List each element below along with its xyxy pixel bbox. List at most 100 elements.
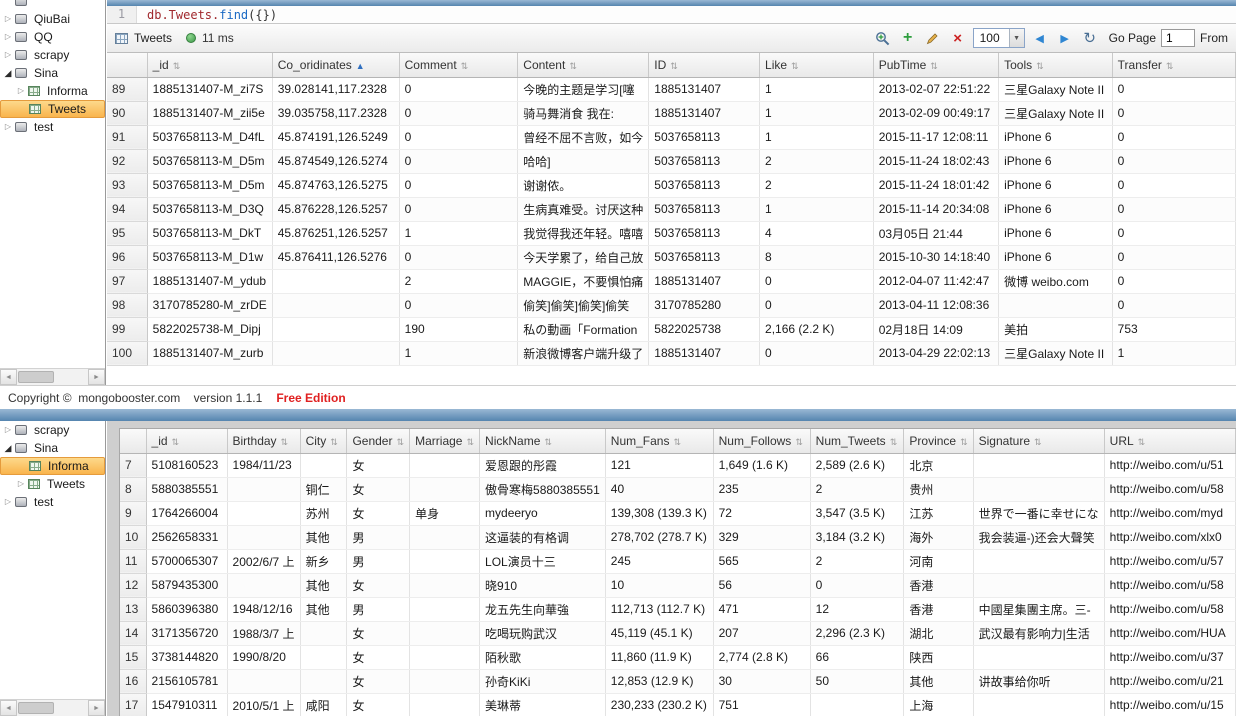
prev-page-button[interactable]: ◀: [1030, 28, 1050, 48]
column-header-gender[interactable]: Gender ⇅: [346, 429, 411, 454]
table-cell[interactable]: 讲故事给你听: [973, 669, 1105, 694]
table-cell[interactable]: [300, 669, 348, 694]
table-cell[interactable]: http://weibo.com/u/37: [1104, 645, 1236, 670]
table-cell[interactable]: 微博 weibo.com: [998, 269, 1113, 294]
table-cell[interactable]: 0: [1112, 269, 1236, 294]
table-cell[interactable]: 男: [346, 549, 411, 574]
table-cell[interactable]: 新浪微博客户端升级了: [517, 341, 650, 366]
table-cell[interactable]: 2: [399, 269, 519, 294]
table-cell[interactable]: 女: [346, 501, 411, 526]
table-cell[interactable]: [409, 525, 481, 550]
tree-item-tweets[interactable]: Tweets: [0, 100, 105, 118]
query-editor[interactable]: 1 db.Tweets.find({}): [107, 6, 1236, 24]
table-cell[interactable]: 1: [399, 341, 519, 366]
table-cell[interactable]: iPhone 6: [998, 221, 1113, 246]
column-header-id[interactable]: ID ⇅: [648, 53, 761, 78]
table-cell[interactable]: 5037658113: [648, 197, 761, 222]
table-cell[interactable]: 其他: [300, 597, 348, 622]
table-cell[interactable]: 1885131407-M_zurb: [147, 341, 273, 366]
table-cell[interactable]: [409, 453, 481, 478]
row-number[interactable]: 10: [120, 525, 147, 550]
table-cell[interactable]: [300, 453, 348, 478]
row-number[interactable]: 15: [120, 645, 147, 670]
table-cell[interactable]: 230,233 (230.2 K): [605, 693, 714, 716]
table-cell[interactable]: 江苏: [903, 501, 974, 526]
table-cell[interactable]: 56: [713, 573, 811, 598]
table-cell[interactable]: 5037658113: [648, 125, 761, 150]
table-cell[interactable]: 565: [713, 549, 811, 574]
table-cell[interactable]: 新乡: [300, 549, 348, 574]
table-cell[interactable]: 湖北: [903, 621, 974, 646]
table-cell[interactable]: http://weibo.com/xlx0: [1104, 525, 1236, 550]
table-cell[interactable]: 1885131407: [648, 341, 761, 366]
table-cell[interactable]: iPhone 6: [998, 173, 1113, 198]
table-cell[interactable]: 爱恩跟的彤霞: [479, 453, 606, 478]
table-cell[interactable]: 0: [399, 293, 519, 318]
table-cell[interactable]: 0: [399, 77, 519, 102]
row-number[interactable]: 96: [107, 245, 148, 270]
column-header-comment[interactable]: Comment ⇅: [399, 53, 519, 78]
table-cell[interactable]: 2: [759, 173, 874, 198]
table-cell[interactable]: [409, 573, 481, 598]
table-cell[interactable]: 北京: [903, 453, 974, 478]
query-code[interactable]: db.Tweets.find({}): [137, 8, 277, 22]
table-cell[interactable]: 三星Galaxy Note II: [998, 77, 1113, 102]
table-cell[interactable]: 孙奇KiKi: [479, 669, 606, 694]
table-cell[interactable]: 1885131407: [648, 269, 761, 294]
table-cell[interactable]: 10: [605, 573, 714, 598]
tree-item-sina[interactable]: ◢ Sina: [0, 64, 105, 82]
row-number[interactable]: 99: [107, 317, 148, 342]
table-cell[interactable]: 39.028141,117.2328: [272, 77, 400, 102]
table-cell[interactable]: 1885131407-M_zii5e: [147, 101, 273, 126]
table-cell[interactable]: 0: [1112, 149, 1236, 174]
row-number[interactable]: 98: [107, 293, 148, 318]
table-cell[interactable]: 2: [810, 477, 905, 502]
table-cell[interactable]: [409, 621, 481, 646]
table-cell[interactable]: [409, 477, 481, 502]
table-cell[interactable]: [272, 269, 400, 294]
table-cell[interactable]: 吃喝玩购武汉: [479, 621, 606, 646]
table-cell[interactable]: 女: [346, 453, 411, 478]
table-cell[interactable]: 0: [1112, 125, 1236, 150]
table-cell[interactable]: 傲骨寒梅5880385551: [479, 477, 606, 502]
table-cell[interactable]: 3170785280-M_zrDE: [147, 293, 273, 318]
table-cell[interactable]: iPhone 6: [998, 197, 1113, 222]
refresh-button[interactable]: ↻: [1080, 28, 1100, 48]
table-cell[interactable]: 278,702 (278.7 K): [605, 525, 714, 550]
table-cell[interactable]: 2: [810, 549, 905, 574]
column-header-num-tweets[interactable]: Num_Tweets ⇅: [810, 429, 905, 454]
table-cell[interactable]: 5108160523: [146, 453, 228, 478]
column-header-signature[interactable]: Signature ⇅: [973, 429, 1105, 454]
table-cell[interactable]: [227, 669, 301, 694]
table-cell[interactable]: 2012-04-07 11:42:47: [873, 269, 1000, 294]
row-number[interactable]: 93: [107, 173, 148, 198]
table-cell[interactable]: 谢谢侬。: [517, 173, 650, 198]
table-cell[interactable]: 陌秋歌: [479, 645, 606, 670]
row-number[interactable]: 89: [107, 77, 148, 102]
table-cell[interactable]: 3170785280: [648, 293, 761, 318]
scroll-left-button[interactable]: ◄: [0, 369, 17, 385]
tree-item-test[interactable]: ▷ test: [0, 493, 105, 511]
table-cell[interactable]: 5860396380: [146, 597, 228, 622]
table-cell[interactable]: 私の動画「Formation: [517, 317, 650, 342]
table-cell[interactable]: 0: [399, 125, 519, 150]
expander-collapsed-icon[interactable]: ▷: [2, 118, 14, 136]
row-number[interactable]: 17: [120, 693, 147, 716]
table-cell[interactable]: 1885131407: [648, 77, 761, 102]
row-number[interactable]: 95: [107, 221, 148, 246]
table-cell[interactable]: [272, 317, 400, 342]
row-number[interactable]: 8: [120, 477, 147, 502]
table-cell[interactable]: http://weibo.com/u/57: [1104, 549, 1236, 574]
table-cell[interactable]: 45.874549,126.5274: [272, 149, 400, 174]
table-cell[interactable]: 1: [1112, 341, 1236, 366]
table-cell[interactable]: 0: [1112, 197, 1236, 222]
column-header-num-follows[interactable]: Num_Follows ⇅: [713, 429, 811, 454]
table-cell[interactable]: 三星Galaxy Note II: [998, 101, 1113, 126]
table-cell[interactable]: 上海: [903, 693, 974, 716]
table-cell[interactable]: http://weibo.com/u/21: [1104, 669, 1236, 694]
expander-expanded-icon[interactable]: ◢: [2, 64, 14, 82]
table-cell[interactable]: 2,589 (2.6 K): [810, 453, 905, 478]
table-cell[interactable]: 5037658113-M_DkT: [147, 221, 273, 246]
column-header-co-oridinates[interactable]: Co_oridinates ▲: [272, 53, 400, 78]
table-cell[interactable]: 曾经不屈不言败，如今: [517, 125, 650, 150]
